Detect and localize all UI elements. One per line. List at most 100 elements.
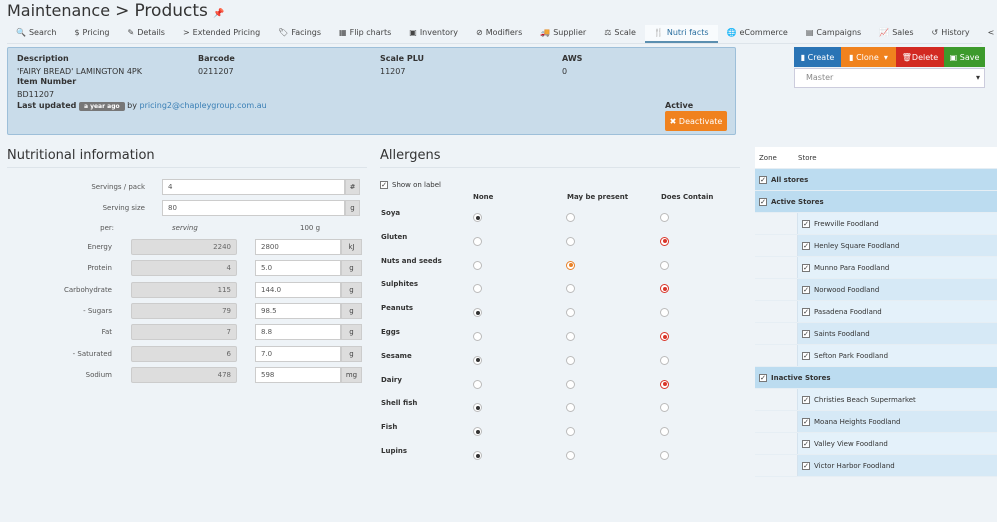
create-button[interactable]: ▮ Create xyxy=(794,47,841,67)
checkbox-checked-icon[interactable]: ✓ xyxy=(802,395,810,404)
tab-nutri-facts[interactable]: 🍴 Nutri facts xyxy=(644,25,718,43)
save-button[interactable]: ▣ Save xyxy=(944,47,985,67)
allergen-radio-may-be-present[interactable] xyxy=(566,213,575,222)
checkbox-checked-icon[interactable]: ✓ xyxy=(802,241,810,250)
allergen-radio-does-contain[interactable] xyxy=(660,379,669,389)
tab-label: Inventory xyxy=(419,28,459,37)
all-stores-row[interactable]: ✓ All stores xyxy=(755,169,997,191)
caret-down-icon[interactable]: ▾ xyxy=(879,53,888,62)
allergen-radio-does-contain[interactable] xyxy=(660,213,669,222)
pin-icon[interactable]: 📌 xyxy=(213,9,224,19)
allergen-radio-does-contain[interactable] xyxy=(660,308,669,318)
breadcrumb-separator: > xyxy=(115,1,130,21)
checkbox-checked-icon[interactable]: ✓ xyxy=(802,263,810,272)
allergen-radio-may-be-present[interactable] xyxy=(566,403,575,413)
allergen-radio-may-be-present[interactable] xyxy=(566,236,575,246)
per-100g-input[interactable]: 8.8 xyxy=(255,324,341,341)
per-serving-value: 115 xyxy=(131,281,237,298)
allergen-radio-may-be-present[interactable] xyxy=(566,379,575,389)
store-row[interactable]: ✓ Saints Foodland xyxy=(755,323,997,345)
deactivate-button[interactable]: ✖ Deactivate xyxy=(665,111,727,131)
allergen-radio-none[interactable] xyxy=(473,427,482,437)
checkbox-checked-icon[interactable]: ✓ xyxy=(802,351,810,360)
allergen-radio-does-contain[interactable] xyxy=(660,403,669,413)
allergen-radio-may-be-present[interactable] xyxy=(566,332,575,341)
tab-search[interactable]: 🔍 Search xyxy=(7,25,65,43)
allergen-radio-does-contain[interactable] xyxy=(660,355,669,365)
serving-size-input[interactable]: 80 xyxy=(162,200,345,216)
tab-extended-pricing[interactable]: > Extended Pricing xyxy=(174,25,269,43)
allergen-radio-none[interactable] xyxy=(473,355,482,365)
delete-button[interactable]: 🗑 Delete xyxy=(896,47,944,67)
checkbox-checked-icon[interactable]: ✓ xyxy=(802,285,810,294)
allergen-radio-may-be-present[interactable] xyxy=(566,308,575,318)
tab-sales[interactable]: 📈 Sales xyxy=(870,25,922,43)
allergen-radio-none[interactable] xyxy=(473,213,482,222)
store-row[interactable]: ✓ Frewville Foodland xyxy=(755,213,997,235)
allergen-radio-none[interactable] xyxy=(473,332,482,341)
allergen-radio-none[interactable] xyxy=(473,379,482,389)
allergen-radio-may-be-present[interactable] xyxy=(566,355,575,365)
tab-ecommerce[interactable]: 🌐 eCommerce xyxy=(718,25,797,43)
tab-facings[interactable]: 🏷 Facings xyxy=(269,25,330,43)
tab-flip-charts[interactable]: ▦ Flip charts xyxy=(330,25,400,43)
per-100g-input[interactable]: 144.0 xyxy=(255,281,341,298)
branch-select[interactable]: Master ▾ xyxy=(794,68,985,88)
tab-scale[interactable]: ⚖ Scale xyxy=(595,25,645,43)
checkbox-checked-icon[interactable]: ✓ xyxy=(802,439,810,448)
tab-history[interactable]: ↺ History xyxy=(922,25,978,43)
zone-header: Zone xyxy=(759,153,777,162)
allergen-radio-may-be-present[interactable] xyxy=(566,427,575,437)
allergen-radio-does-contain[interactable] xyxy=(660,236,669,246)
store-row[interactable]: ✓ Norwood Foodland xyxy=(755,279,997,301)
checkbox-checked-icon[interactable]: ✓ xyxy=(802,329,810,338)
allergen-radio-does-contain[interactable] xyxy=(660,427,669,437)
show-on-label-checkbox[interactable]: ✓ Show on label xyxy=(380,181,441,189)
per-100g-input[interactable]: 98.5 xyxy=(255,302,341,319)
tab-icon: ▦ xyxy=(339,28,347,37)
checkbox-checked-icon[interactable]: ✓ xyxy=(802,461,810,470)
store-row[interactable]: ✓ Victor Harbor Foodland xyxy=(755,455,997,477)
allergen-radio-none[interactable] xyxy=(473,236,482,246)
allergen-radio-none[interactable] xyxy=(473,308,482,318)
store-name: Victor Harbor Foodland xyxy=(814,461,895,470)
allergen-radio-does-contain[interactable] xyxy=(660,332,669,341)
tab-modifiers[interactable]: ⊘ Modifiers xyxy=(467,25,531,43)
checkbox-checked-icon[interactable]: ✓ xyxy=(802,417,810,426)
per-100g-input[interactable]: 598 xyxy=(255,366,341,383)
allergen-radio-none[interactable] xyxy=(473,403,482,413)
allergen-radio-may-be-present[interactable] xyxy=(566,284,575,294)
allergen-radio-may-be-present[interactable] xyxy=(566,451,575,460)
servings-input[interactable]: 4 xyxy=(162,179,345,195)
allergen-radio-does-contain[interactable] xyxy=(660,260,669,270)
per-100g-input[interactable]: 7.0 xyxy=(255,345,341,362)
tab-pricing[interactable]: $ Pricing xyxy=(65,25,118,43)
store-row[interactable]: ✓ Munno Para Foodland xyxy=(755,257,997,279)
inactive-stores-group[interactable]: ✓ Inactive Stores xyxy=(755,367,997,389)
allergen-radio-does-contain[interactable] xyxy=(660,284,669,294)
clone-button[interactable]: ▮ Clone ▾ xyxy=(841,47,896,67)
checkbox-checked-icon[interactable]: ✓ xyxy=(802,307,810,316)
tab-supplier[interactable]: 🚚 Supplier xyxy=(531,25,595,43)
tab-inventory[interactable]: ▣ Inventory xyxy=(400,25,467,43)
allergen-radio-none[interactable] xyxy=(473,451,482,460)
store-row[interactable]: ✓ Henley Square Foodland xyxy=(755,235,997,257)
tab-details[interactable]: ✎ Details xyxy=(119,25,174,43)
per-100g-input[interactable]: 5.0 xyxy=(255,260,341,277)
store-row[interactable]: ✓ Moana Heights Foodland xyxy=(755,411,997,433)
breadcrumb-section[interactable]: Maintenance xyxy=(7,1,110,20)
store-row[interactable]: ✓ Valley View Foodland xyxy=(755,433,997,455)
per-100g-input[interactable]: 2800 xyxy=(255,239,341,255)
checkbox-checked-icon[interactable]: ✓ xyxy=(802,219,810,228)
tab-hosts[interactable]: <Hosts xyxy=(979,25,997,43)
store-row[interactable]: ✓ Christies Beach Supermarket xyxy=(755,389,997,411)
store-row[interactable]: ✓ Sefton Park Foodland xyxy=(755,345,997,367)
updated-by-link[interactable]: pricing2@chapleygroup.com.au xyxy=(140,101,267,110)
allergen-radio-may-be-present[interactable] xyxy=(566,260,575,270)
active-stores-group[interactable]: ✓ Active Stores xyxy=(755,191,997,213)
allergen-radio-none[interactable] xyxy=(473,284,482,294)
tab-campaigns[interactable]: ▤ Campaigns xyxy=(797,25,870,43)
allergen-radio-does-contain[interactable] xyxy=(660,451,669,460)
store-row[interactable]: ✓ Pasadena Foodland xyxy=(755,301,997,323)
allergen-radio-none[interactable] xyxy=(473,260,482,270)
